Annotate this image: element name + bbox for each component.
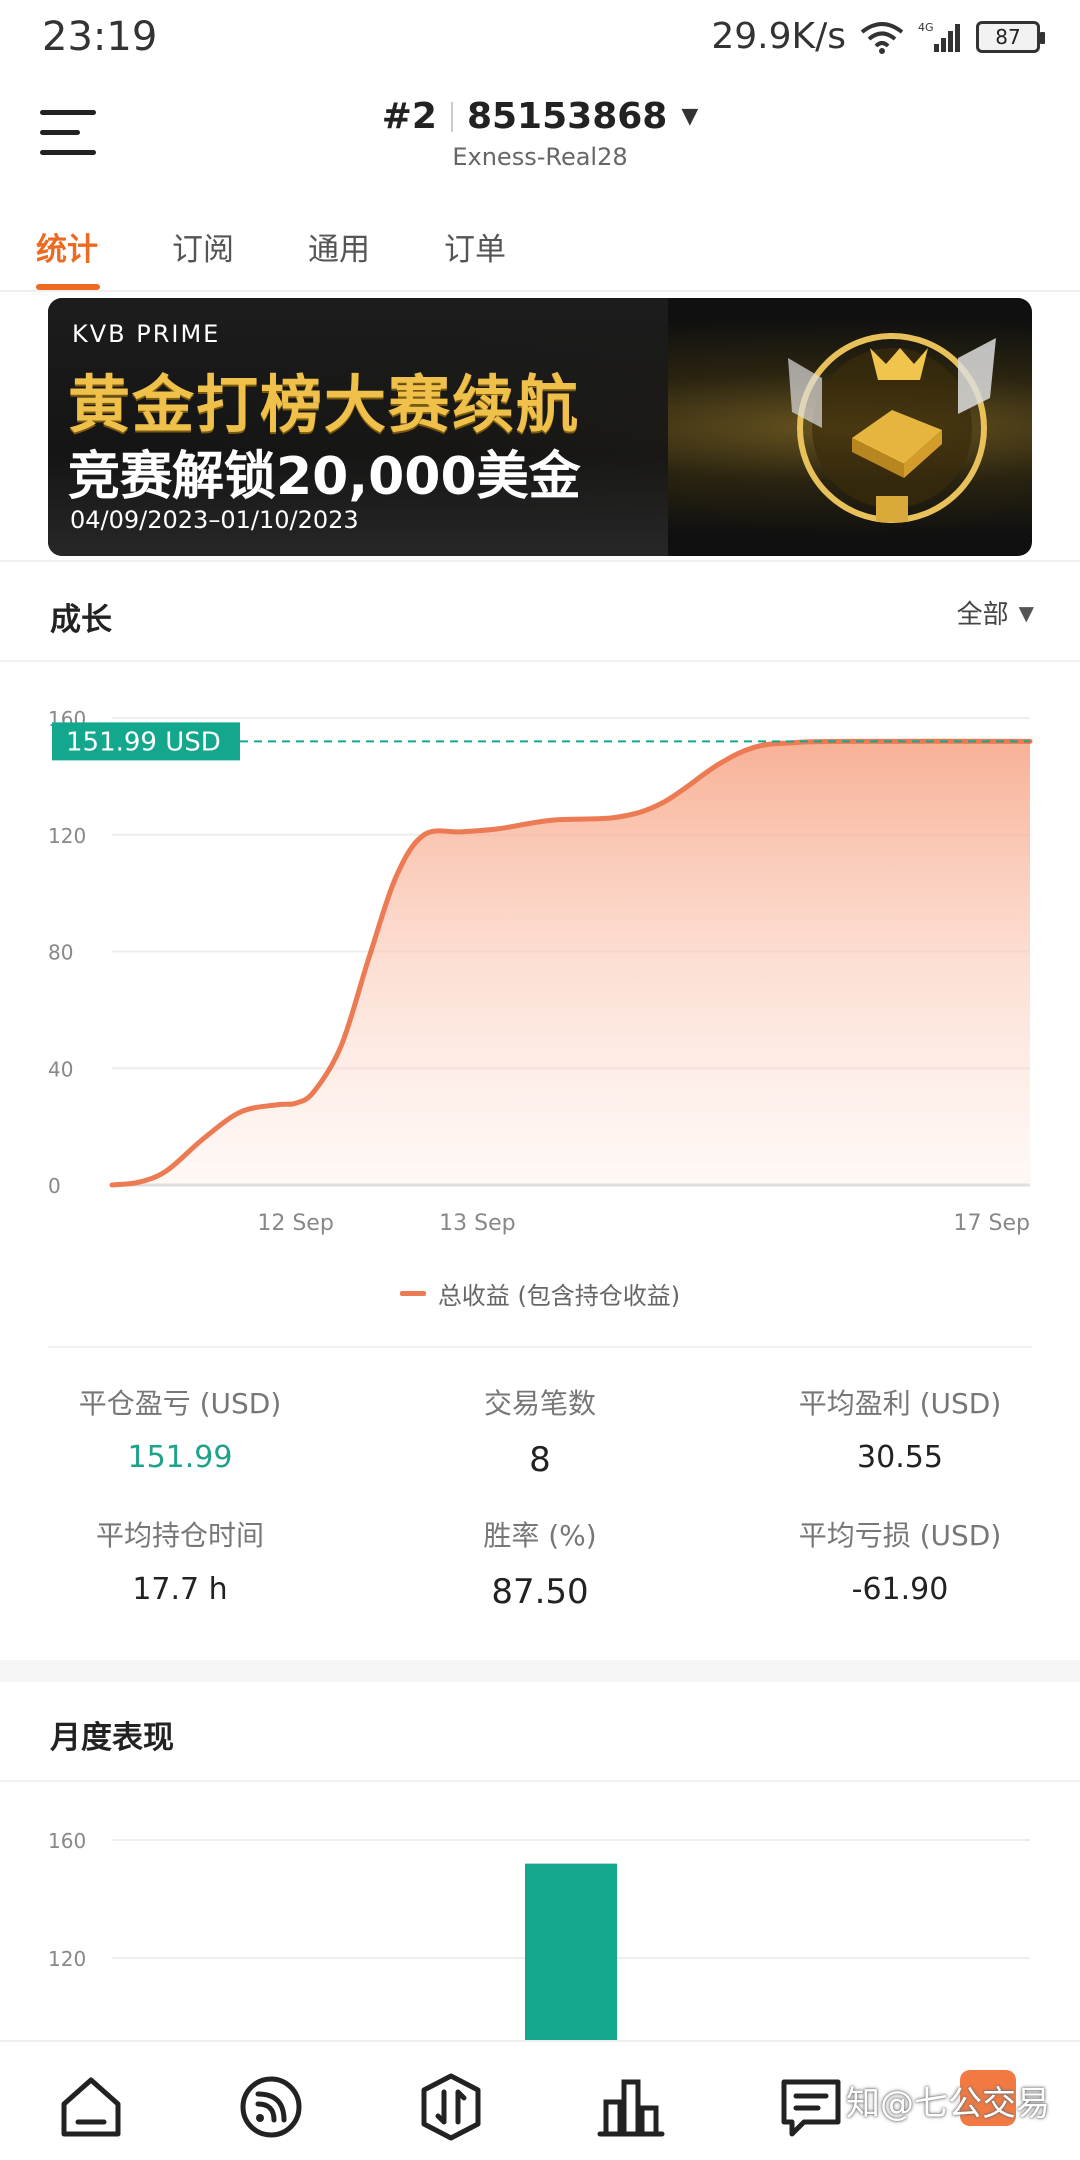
active-tab-indicator xyxy=(36,284,100,290)
y-tick-label: 120 xyxy=(48,824,86,848)
tab-statistics[interactable]: 统计 xyxy=(36,224,98,269)
banner-subtitle: 竞赛解锁20,000美金 xyxy=(68,447,581,507)
range-label: 全部 xyxy=(956,600,1009,630)
battery-level: 87 xyxy=(995,24,1021,49)
message-icon[interactable] xyxy=(776,2072,846,2142)
stat-label: 平均持仓时间 xyxy=(95,1519,264,1552)
divider xyxy=(48,1346,1032,1348)
growth-area xyxy=(112,741,1030,1185)
monthly-title: 月度表现 xyxy=(50,1720,174,1756)
status-icons: 29.9K/s 4G 87 xyxy=(711,16,1045,57)
growth-chart: 04080120160 151.99 USD 12 Sep 13 Sep 17 Se… xyxy=(48,707,1033,1236)
caret-down-icon: ▼ xyxy=(1018,600,1034,625)
account-switcher[interactable]: #2 85153868 ▼ Exness-Real28 xyxy=(0,96,1080,171)
trade-icon[interactable] xyxy=(416,2072,486,2142)
banner-title: 黄金打榜大赛续航 xyxy=(68,368,581,441)
current-value-text: 151.99 USD xyxy=(66,727,221,757)
home-icon[interactable] xyxy=(56,2072,126,2142)
stat-value: 87.50 xyxy=(491,1572,589,1612)
bar xyxy=(525,1863,617,2040)
wifi-icon xyxy=(860,21,904,54)
battery-icon: 87 xyxy=(976,20,1045,53)
account-separator xyxy=(450,101,453,132)
y-tick-label: 80 xyxy=(48,941,73,965)
stat-value: 17.7 h xyxy=(132,1572,228,1607)
y-tick-label: 160 xyxy=(48,1829,86,1853)
divider xyxy=(0,560,1080,562)
account-index: #2 xyxy=(381,96,437,137)
stat-avg-profit: 平均盈利 (USD) 30.55 xyxy=(720,1382,1080,1475)
tab-bar: 统计 订阅 通用 订单 xyxy=(0,216,1080,292)
tab-subscribe[interactable]: 订阅 xyxy=(172,224,234,269)
stat-win-rate: 胜率 (%) 87.50 xyxy=(360,1514,720,1612)
signal-4g-icon: 4G xyxy=(918,21,960,52)
y-tick-label: 40 xyxy=(48,1057,73,1081)
network-speed: 29.9K/s xyxy=(711,16,846,57)
stat-avg-hold-time: 平均持仓时间 17.7 h xyxy=(0,1514,360,1607)
growth-title: 成长 xyxy=(50,602,112,638)
banner-brand: KVB PRIME xyxy=(72,320,221,348)
chart-legend: 总收益 (包含持仓收益) xyxy=(0,1276,1080,1311)
x-tick-label: 17 Sep xyxy=(954,1211,1030,1236)
range-dropdown[interactable]: 全部 ▼ xyxy=(957,594,1034,631)
status-time: 23:19 xyxy=(42,14,158,60)
watermark: 知@七公交易 xyxy=(846,2084,1050,2124)
stat-label: 平均盈利 (USD) xyxy=(798,1387,1002,1420)
legend-swatch xyxy=(399,1291,426,1296)
stat-avg-loss: 平均亏损 (USD) -61.90 xyxy=(720,1514,1080,1607)
stat-value: 8 xyxy=(529,1440,551,1480)
trophy-icon xyxy=(788,333,996,523)
x-tick-label: 13 Sep xyxy=(439,1211,515,1236)
account-number: 85153868 xyxy=(466,96,668,137)
server-name: Exness-Real28 xyxy=(452,143,628,171)
stat-value: -61.90 xyxy=(851,1572,949,1607)
tab-general[interactable]: 通用 xyxy=(308,224,370,269)
stat-closed-pnl: 平仓盈亏 (USD) 151.99 xyxy=(0,1382,360,1475)
tab-orders[interactable]: 订单 xyxy=(444,224,506,269)
stat-trade-count: 交易笔数 8 xyxy=(360,1382,720,1480)
stat-label: 胜率 (%) xyxy=(483,1519,597,1552)
stat-value: 30.55 xyxy=(857,1440,943,1475)
x-tick-label: 12 Sep xyxy=(257,1211,333,1236)
stat-label: 交易笔数 xyxy=(483,1387,596,1420)
promo-banner[interactable]: KVB PRIME 黄金打榜大赛续航 竞赛解锁20,000美金 04/09/20… xyxy=(48,298,1032,556)
divider xyxy=(0,1780,1080,1782)
stat-value: 151.99 xyxy=(127,1440,233,1475)
monthly-chart: 120 160 xyxy=(48,1829,1030,2040)
y-tick-label: 120 xyxy=(48,1947,86,1971)
stats-icon[interactable] xyxy=(596,2072,666,2142)
y-tick-label: 0 xyxy=(48,1174,61,1198)
app-root: 23:19 29.9K/s 4G 87 #2 85153868 ▼ Exness… xyxy=(0,0,1080,2160)
stat-label: 平均亏损 (USD) xyxy=(798,1519,1002,1552)
legend-label: 总收益 (包含持仓收益) xyxy=(437,1282,681,1310)
stat-label: 平仓盈亏 (USD) xyxy=(78,1387,282,1420)
app-header: #2 85153868 ▼ Exness-Real28 xyxy=(0,74,1080,194)
caret-down-icon: ▼ xyxy=(681,104,699,129)
banner-date: 04/09/2023–01/10/2023 xyxy=(70,506,359,534)
feed-icon[interactable] xyxy=(236,2072,306,2142)
section-gap xyxy=(0,1660,1080,1682)
svg-text:4G: 4G xyxy=(918,21,934,34)
status-bar: 23:19 29.9K/s 4G 87 xyxy=(0,0,1080,74)
divider xyxy=(0,660,1080,662)
